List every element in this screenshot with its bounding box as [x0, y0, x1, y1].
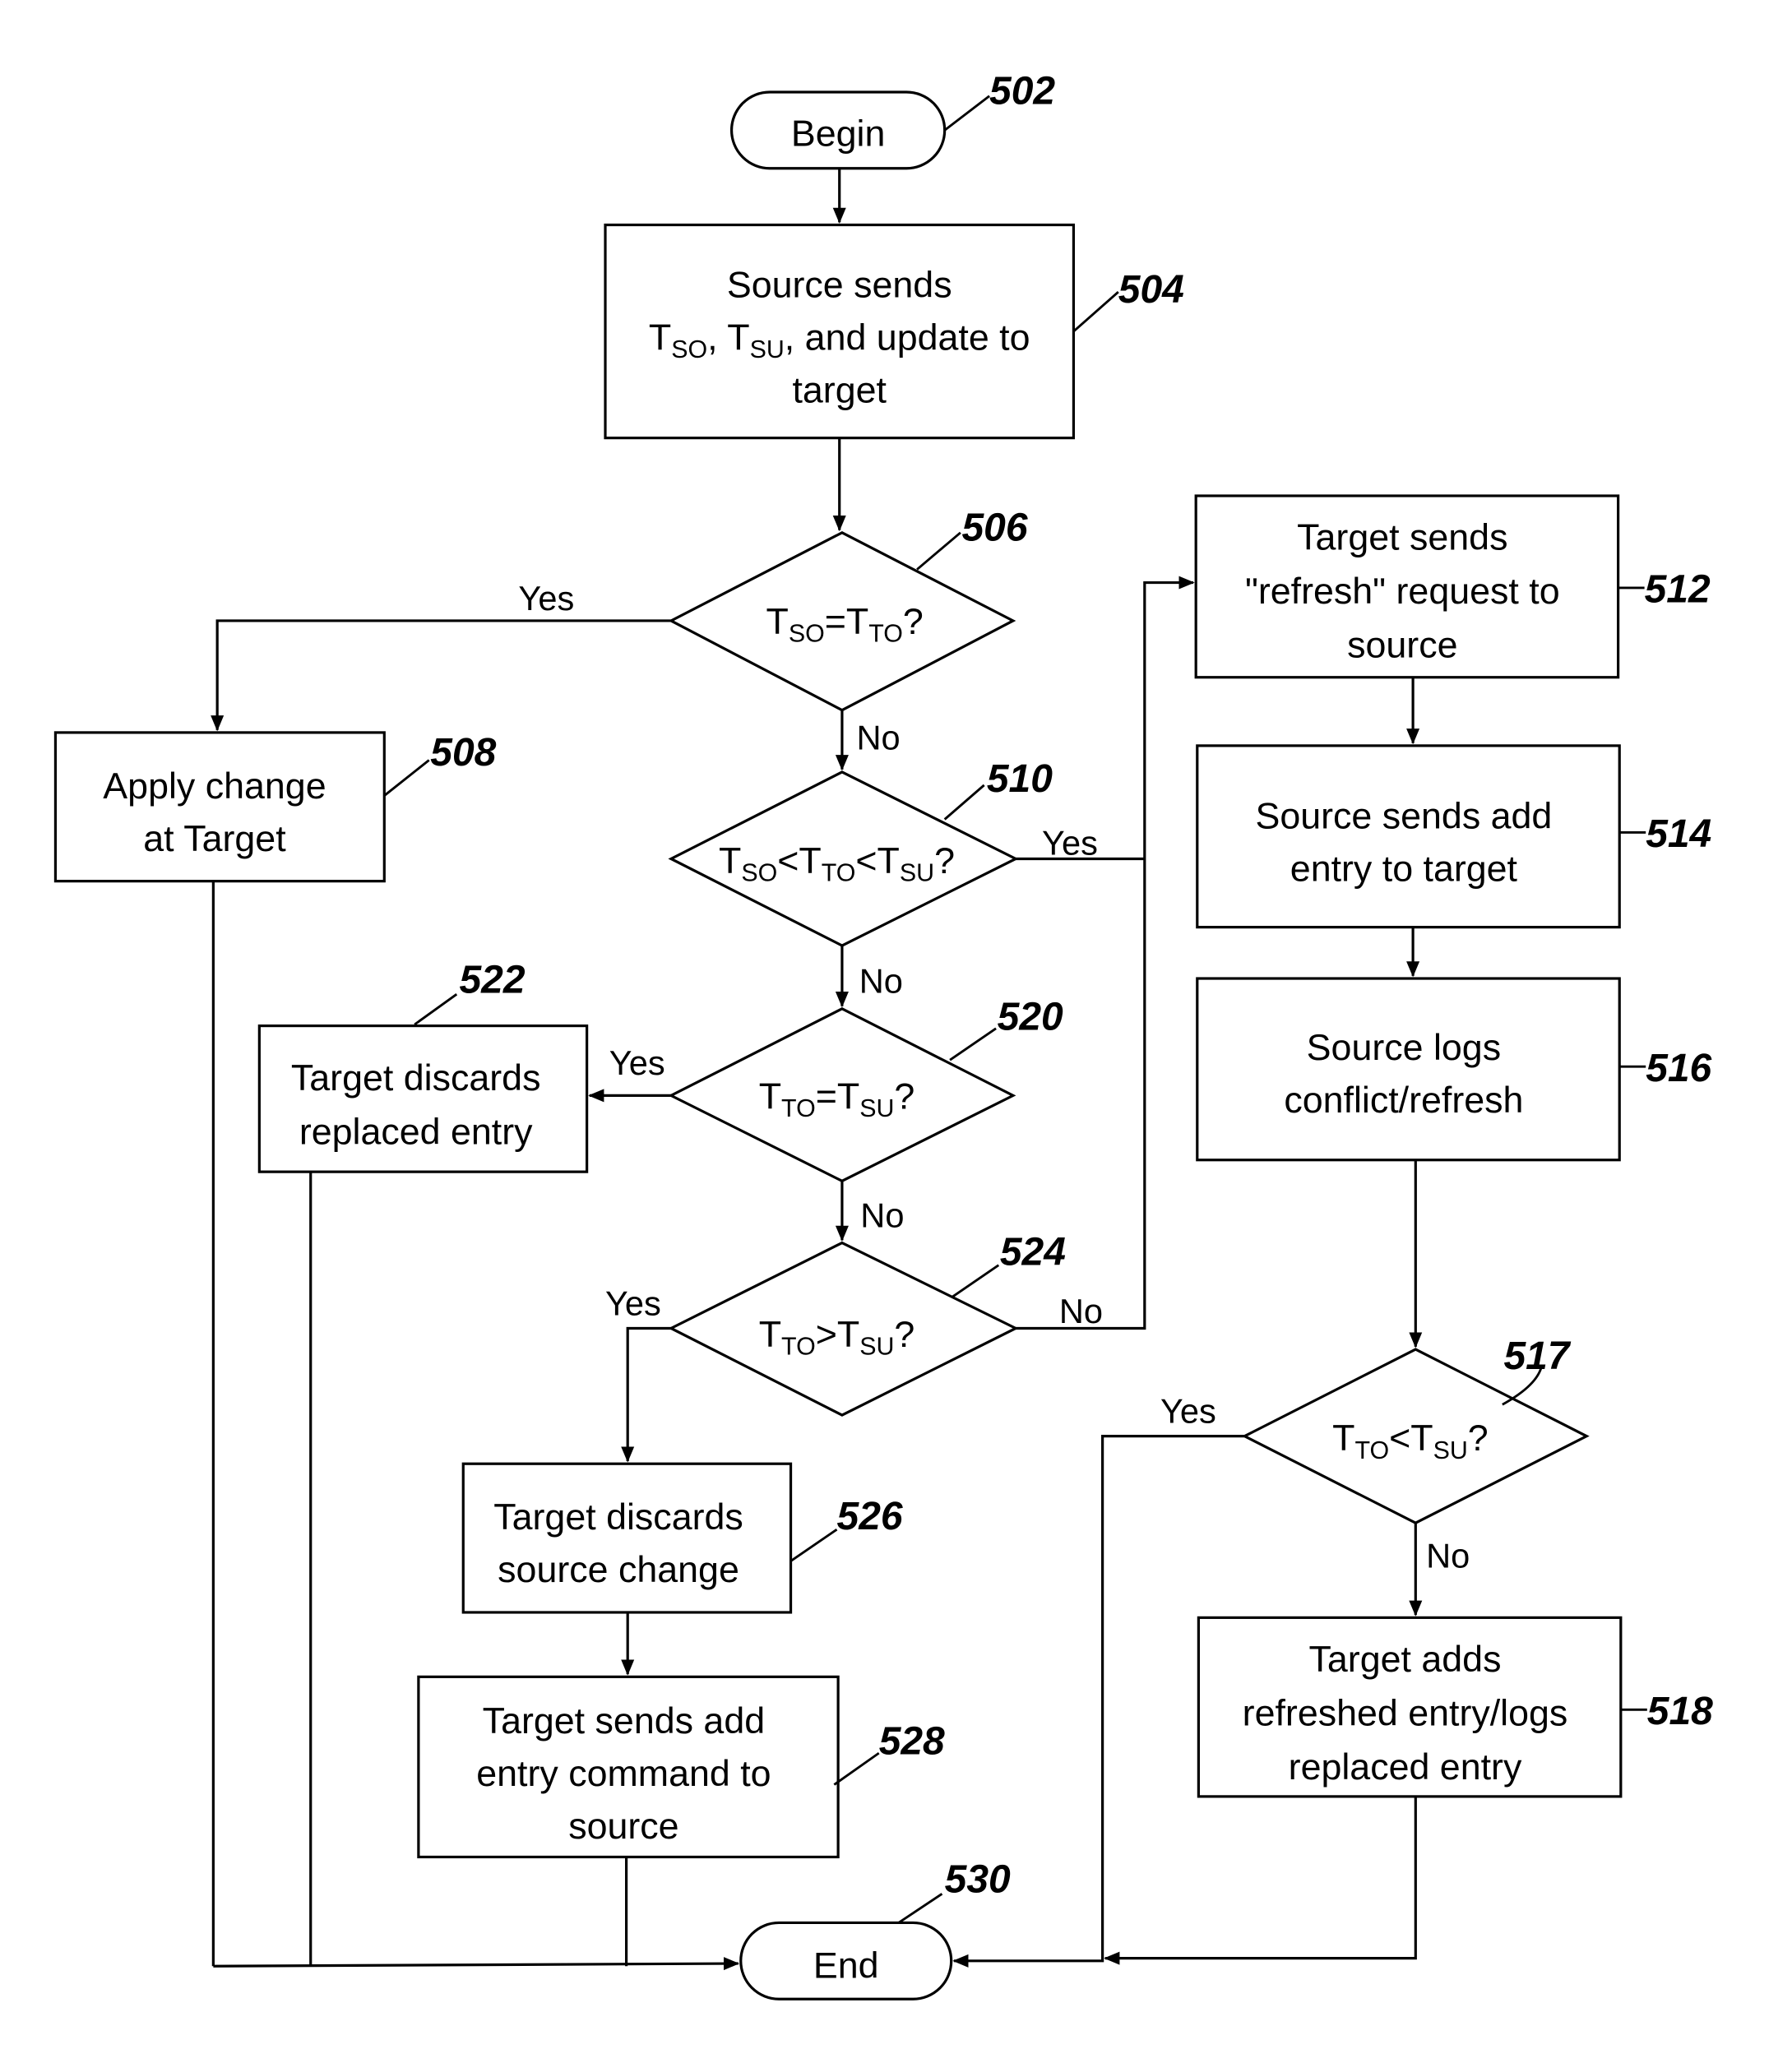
node-524-decision: TTO>TSU? — [668, 1241, 1019, 1417]
edge-label-517-no: No — [1426, 1537, 1470, 1575]
edge-label-520-yes: Yes — [609, 1043, 665, 1082]
edge-label-506-no: No — [857, 719, 901, 757]
leader-508 — [383, 759, 430, 797]
edge-label-506-yes: Yes — [518, 579, 574, 617]
node-text-line: Target sends add — [483, 1700, 765, 1741]
leader-510 — [943, 784, 985, 821]
node-text-line: Source sends add — [1255, 796, 1552, 837]
leader-522 — [414, 993, 458, 1026]
node-text: Begin — [791, 113, 886, 155]
leader-526 — [789, 1529, 838, 1562]
ref-516: 516 — [1646, 1047, 1711, 1090]
node-502-begin: Begin — [729, 90, 947, 170]
node-text-line: source — [1347, 625, 1457, 666]
ref-504: 504 — [1118, 268, 1184, 312]
node-text: End — [813, 1945, 879, 1987]
node-text-line: target — [792, 369, 887, 410]
node-508-process: Apply change at Target — [53, 731, 386, 883]
node-text-line: source — [568, 1806, 678, 1847]
node-text-line: Begin — [791, 113, 886, 155]
ref-512: 512 — [1645, 568, 1711, 612]
ref-522: 522 — [459, 959, 525, 1002]
ref-517: 517 — [1503, 1334, 1571, 1378]
arrow-506-508 — [211, 619, 671, 732]
process-box — [1196, 977, 1621, 1162]
node-text-line: source change — [498, 1549, 739, 1590]
node-text-line: entry to target — [1290, 849, 1518, 890]
node-text-line: Apply change — [103, 765, 326, 807]
node-526-process: Target discards source change — [461, 1462, 793, 1614]
leader-504 — [1072, 291, 1119, 333]
node-528-process: Target sends add entry command to source — [417, 1675, 840, 1859]
node-514-process: Source sends add entry to target — [1196, 744, 1621, 929]
ref-502: 502 — [989, 69, 1055, 113]
edge-label-510-yes: Yes — [1042, 824, 1098, 863]
ref-518: 518 — [1647, 1690, 1713, 1733]
node-522-process: Target discards replaced entry — [257, 1024, 589, 1173]
leader-502 — [943, 95, 990, 132]
node-text-line: End — [813, 1945, 879, 1987]
node-text-line: at Target — [143, 818, 286, 859]
edge-label-524-yes: Yes — [605, 1284, 661, 1322]
leader-520 — [949, 1027, 997, 1062]
leader-524 — [952, 1264, 1000, 1298]
node-506-decision: TSO=TTO? — [668, 530, 1016, 712]
node-510-decision: TSO<TTO<TSU? — [668, 770, 1019, 947]
node-520-decision: TTO=TSU? — [668, 1007, 1016, 1183]
ref-514: 514 — [1646, 812, 1711, 856]
node-518-process: Target adds refreshed entry/logs replaced … — [1197, 1616, 1623, 1798]
node-text-line: refreshed entry/logs — [1243, 1693, 1568, 1734]
arrow-left-to-end — [213, 1957, 740, 1971]
ref-508: 508 — [430, 731, 496, 775]
arrow-524-no-512 — [1016, 576, 1195, 1330]
arrow-518-end — [1104, 1796, 1417, 1965]
edge-label-517-yes: Yes — [1160, 1392, 1216, 1431]
ref-530: 530 — [945, 1858, 1011, 1902]
leader-530 — [897, 1893, 943, 1924]
arrow-524-526 — [621, 1326, 671, 1463]
node-text-line: Target sends — [1297, 517, 1507, 558]
edge-label-520-no: No — [860, 1196, 904, 1234]
node-text-line: replaced entry — [299, 1112, 533, 1153]
ref-524: 524 — [1000, 1231, 1066, 1274]
node-530-end: End — [739, 1921, 953, 2000]
edge-label-524-no: No — [1059, 1292, 1103, 1330]
ref-520: 520 — [998, 995, 1063, 1038]
node-text-line: Source sends — [727, 264, 952, 305]
ref-528: 528 — [879, 1720, 945, 1764]
ref-526: 526 — [837, 1495, 903, 1538]
edge-label-510-no: No — [859, 962, 903, 1001]
node-text-line: Target discards — [291, 1057, 541, 1099]
flowchart: Begin Source sends TSO, TSU, and update t… — [53, 69, 1713, 2000]
node-512-process: Target sends "refresh" request to source — [1194, 494, 1620, 679]
ref-506: 506 — [961, 506, 1027, 549]
leader-528 — [833, 1751, 880, 1786]
node-504-process: Source sends TSO, TSU, and update to targe… — [604, 223, 1076, 440]
leader-506 — [916, 531, 961, 571]
node-text-line: entry command to — [476, 1753, 771, 1794]
node-text-line: Source logs — [1307, 1027, 1501, 1068]
node-text-line: replaced entry — [1289, 1746, 1522, 1788]
node-text-line: Target discards — [493, 1496, 743, 1538]
ref-510: 510 — [987, 757, 1053, 801]
node-text-line: conflict/refresh — [1284, 1080, 1523, 1121]
node-text-line: Target adds — [1309, 1639, 1502, 1680]
node-516-process: Source logs conflict/refresh — [1196, 977, 1621, 1162]
node-text-line: "refresh" request to — [1245, 571, 1560, 612]
